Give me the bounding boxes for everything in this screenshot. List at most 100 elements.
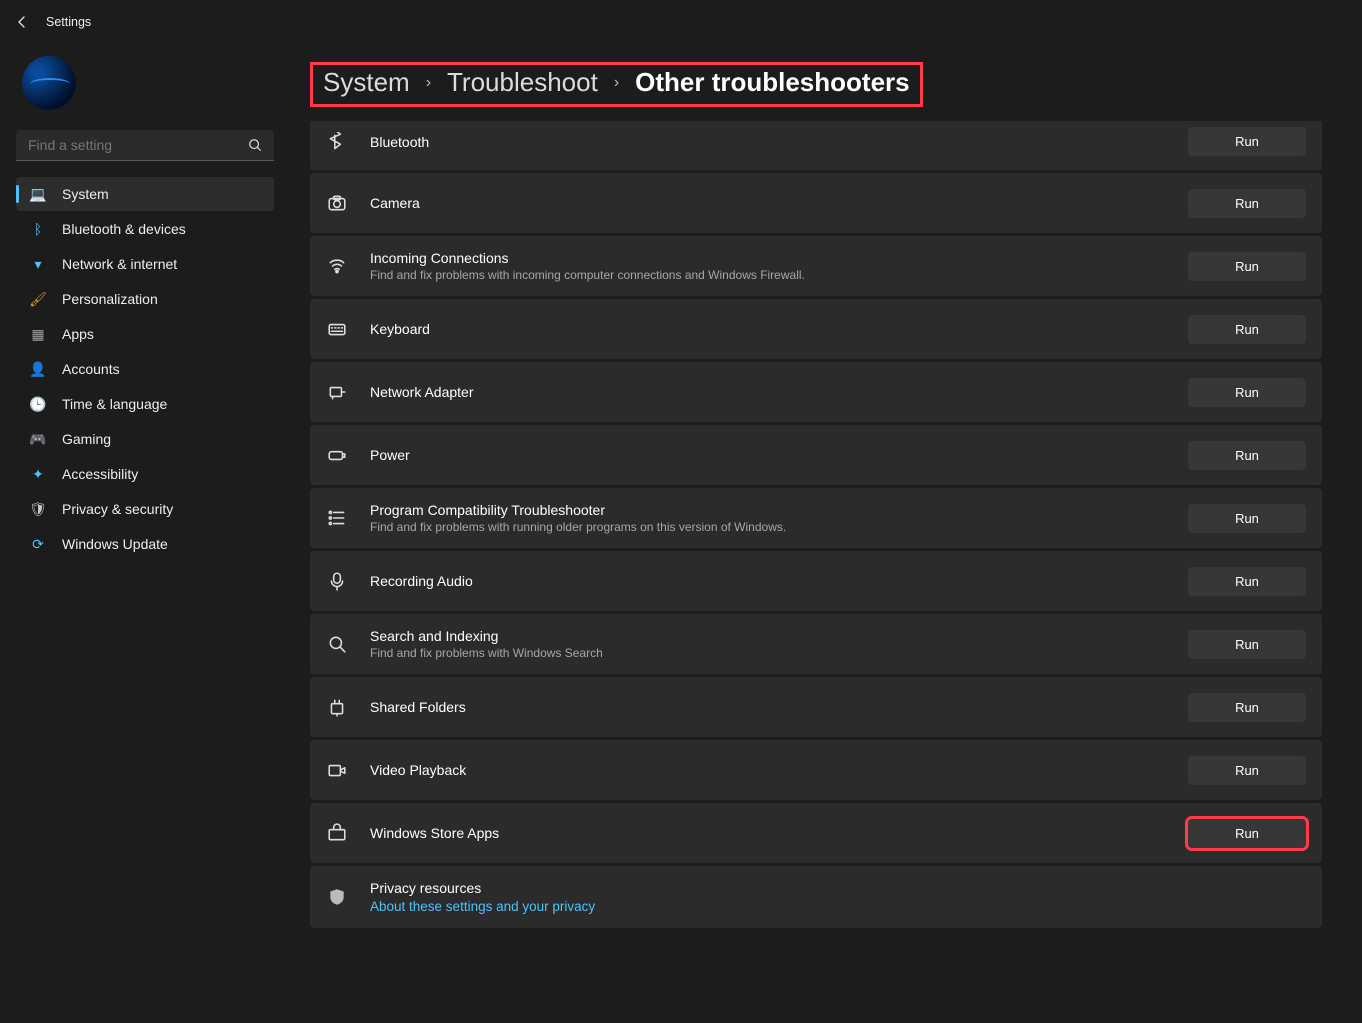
- item-text: Shared Folders: [370, 699, 1166, 715]
- nav-icon: 🛡: [30, 501, 46, 517]
- sidebar-item-network-internet[interactable]: ▾ Network & internet: [16, 247, 274, 281]
- item-title: Power: [370, 447, 1166, 463]
- nav-icon: ▾: [30, 256, 46, 272]
- troubleshooter-bluetooth: Bluetooth Run: [310, 121, 1322, 170]
- breadcrumb-system[interactable]: System: [323, 67, 410, 98]
- run-button[interactable]: Run: [1188, 630, 1306, 659]
- nav-icon: ✦: [30, 466, 46, 482]
- troubleshooter-keyboard: Keyboard Run: [310, 299, 1322, 359]
- sidebar-item-privacy-security[interactable]: 🛡 Privacy & security: [16, 492, 274, 526]
- search-box[interactable]: [16, 130, 274, 161]
- breadcrumb-troubleshoot[interactable]: Troubleshoot: [447, 67, 598, 98]
- item-title: Program Compatibility Troubleshooter: [370, 502, 1166, 518]
- troubleshooter-incoming-connections: Incoming Connections Find and fix proble…: [310, 236, 1322, 296]
- battery-icon: [326, 444, 348, 466]
- item-desc: Find and fix problems with incoming comp…: [370, 268, 1166, 282]
- troubleshooter-search-and-indexing: Search and Indexing Find and fix problem…: [310, 614, 1322, 674]
- sidebar-item-bluetooth-devices[interactable]: ᛒ Bluetooth & devices: [16, 212, 274, 246]
- run-button[interactable]: Run: [1188, 693, 1306, 722]
- nav-label: Privacy & security: [62, 501, 173, 517]
- item-title: Camera: [370, 195, 1166, 211]
- item-title: Shared Folders: [370, 699, 1166, 715]
- item-text: Program Compatibility Troubleshooter Fin…: [370, 502, 1166, 534]
- run-button[interactable]: Run: [1188, 819, 1306, 848]
- back-button[interactable]: [12, 12, 32, 32]
- nav-icon: 🖌: [30, 291, 46, 307]
- shield-icon: [326, 886, 348, 908]
- privacy-resources: Privacy resources About these settings a…: [310, 866, 1322, 928]
- nav-label: Network & internet: [62, 256, 177, 272]
- signal-icon: [326, 255, 348, 277]
- item-title: Bluetooth: [370, 134, 1166, 150]
- nav-icon: 🎮: [30, 431, 46, 447]
- nav-icon: ▦: [30, 326, 46, 342]
- item-text: Incoming Connections Find and fix proble…: [370, 250, 1166, 282]
- run-button[interactable]: Run: [1188, 567, 1306, 596]
- run-button[interactable]: Run: [1188, 441, 1306, 470]
- item-title: Keyboard: [370, 321, 1166, 337]
- item-title: Network Adapter: [370, 384, 1166, 400]
- nav-label: Windows Update: [62, 536, 168, 552]
- nav-label: Apps: [62, 326, 94, 342]
- troubleshooter-windows-store-apps: Windows Store Apps Run: [310, 803, 1322, 863]
- sidebar-item-system[interactable]: 💻 System: [16, 177, 274, 211]
- search-icon: [326, 633, 348, 655]
- troubleshooter-shared-folders: Shared Folders Run: [310, 677, 1322, 737]
- nav-icon: 👤: [30, 361, 46, 377]
- sidebar-item-windows-update[interactable]: ⟳Windows Update: [16, 527, 274, 561]
- item-text: Keyboard: [370, 321, 1166, 337]
- avatar[interactable]: [22, 56, 76, 110]
- troubleshooter-camera: Camera Run: [310, 173, 1322, 233]
- run-button[interactable]: Run: [1188, 315, 1306, 344]
- run-button[interactable]: Run: [1188, 189, 1306, 218]
- adapter-icon: [326, 381, 348, 403]
- sidebar-item-gaming[interactable]: 🎮 Gaming: [16, 422, 274, 456]
- mic-icon: [326, 570, 348, 592]
- nav-label: Bluetooth & devices: [62, 221, 186, 237]
- nav-label: Accessibility: [62, 466, 138, 482]
- troubleshooter-list: Bluetooth Run Camera Run Incoming Connec…: [310, 121, 1322, 928]
- troubleshooter-program-compatibility-troubleshooter: Program Compatibility Troubleshooter Fin…: [310, 488, 1322, 548]
- nav-icon: 💻: [30, 186, 46, 202]
- video-icon: [326, 759, 348, 781]
- search-input[interactable]: [28, 137, 248, 153]
- folder-icon: [326, 696, 348, 718]
- sidebar: 💻 System ᛒ Bluetooth & devices ▾ Network & in…: [0, 44, 290, 1023]
- item-text: Recording Audio: [370, 573, 1166, 589]
- nav-icon: ᛒ: [30, 221, 46, 237]
- item-text: Search and Indexing Find and fix problem…: [370, 628, 1166, 660]
- item-text: Bluetooth: [370, 134, 1166, 150]
- sidebar-item-time-language[interactable]: 🕒Time & language: [16, 387, 274, 421]
- item-text: Camera: [370, 195, 1166, 211]
- item-title: Recording Audio: [370, 573, 1166, 589]
- run-button[interactable]: Run: [1188, 252, 1306, 281]
- sidebar-item-apps[interactable]: ▦ Apps: [16, 317, 274, 351]
- main-area: System › Troubleshoot › Other troublesho…: [290, 44, 1362, 1023]
- troubleshooter-power: Power Run: [310, 425, 1322, 485]
- troubleshooter-network-adapter: Network Adapter Run: [310, 362, 1322, 422]
- run-button[interactable]: Run: [1188, 756, 1306, 785]
- nav-label: Gaming: [62, 431, 111, 447]
- nav-label: Accounts: [62, 361, 120, 377]
- sidebar-item-accessibility[interactable]: ✦ Accessibility: [16, 457, 274, 491]
- privacy-link[interactable]: About these settings and your privacy: [370, 899, 1306, 914]
- store-icon: [326, 822, 348, 844]
- sidebar-item-personalization[interactable]: 🖌Personalization: [16, 282, 274, 316]
- item-title: Video Playback: [370, 762, 1166, 778]
- search-icon: [248, 138, 262, 152]
- nav-icon: 🕒: [30, 396, 46, 412]
- item-desc: Find and fix problems with Windows Searc…: [370, 646, 1166, 660]
- nav-label: System: [62, 186, 109, 202]
- item-title: Search and Indexing: [370, 628, 1166, 644]
- run-button[interactable]: Run: [1188, 378, 1306, 407]
- sidebar-item-accounts[interactable]: 👤 Accounts: [16, 352, 274, 386]
- run-button[interactable]: Run: [1188, 504, 1306, 533]
- list-icon: [326, 507, 348, 529]
- bluetooth-icon: [326, 131, 348, 153]
- run-button[interactable]: Run: [1188, 127, 1306, 156]
- item-desc: Find and fix problems with running older…: [370, 520, 1166, 534]
- breadcrumb: System › Troubleshoot › Other troublesho…: [310, 62, 923, 107]
- item-text: Windows Store Apps: [370, 825, 1166, 841]
- breadcrumb-current: Other troubleshooters: [635, 67, 909, 98]
- item-title: Incoming Connections: [370, 250, 1166, 266]
